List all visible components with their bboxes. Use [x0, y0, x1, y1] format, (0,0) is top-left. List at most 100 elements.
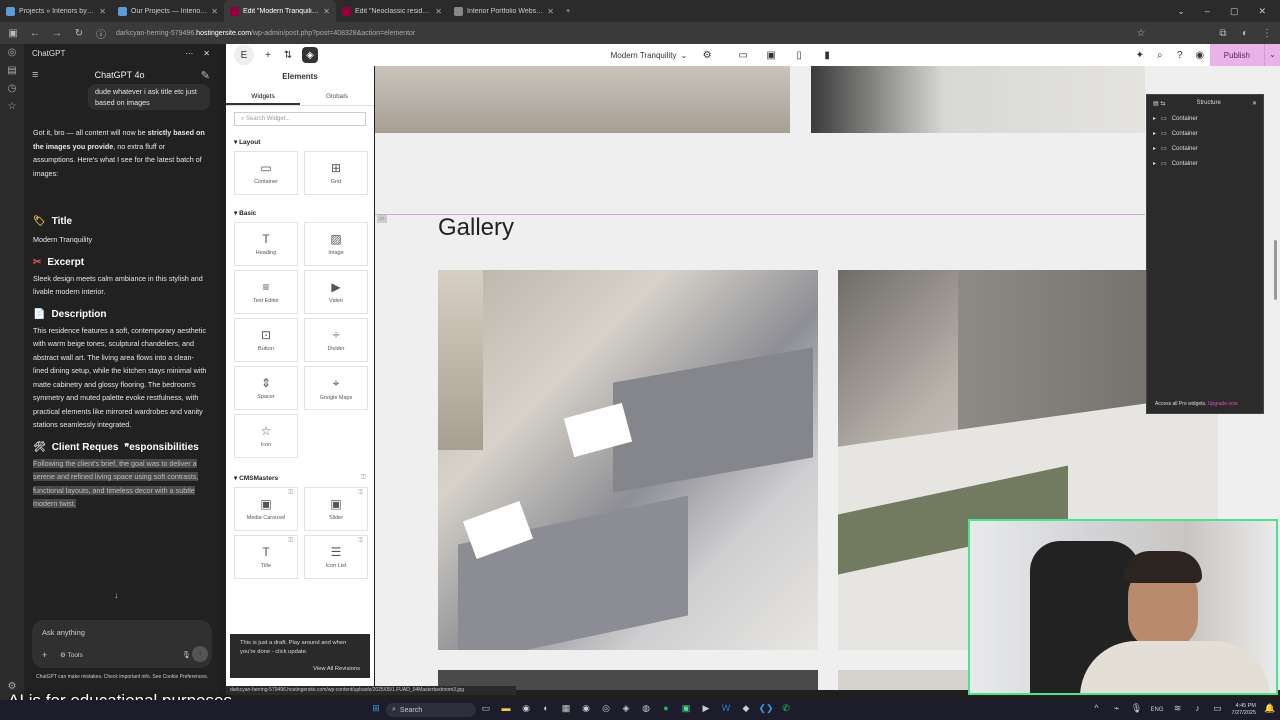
more-options-icon[interactable]: ⋯ — [185, 49, 193, 58]
browser-tab[interactable]: Interior Portfolio Website ✕ — [448, 0, 560, 22]
structure-item-container[interactable]: ▸ ▭ Container — [1147, 111, 1263, 126]
widget-google-maps[interactable]: ⌖ Google Maps — [304, 366, 368, 410]
gallery-image-bedroom-1[interactable] — [438, 270, 818, 650]
widget-grid[interactable]: ⊞ Grid — [304, 151, 368, 195]
vscode-icon[interactable]: ❮❯ — [758, 703, 774, 717]
widget-title[interactable]: ⚿ T Title — [234, 535, 298, 579]
copilot-icon[interactable]: ◐ — [1238, 28, 1252, 39]
page-settings-gear-icon[interactable]: ⚙ — [697, 45, 717, 65]
widget-container[interactable]: ▭ Container — [234, 151, 298, 195]
browser-tab[interactable]: Projects » Interiors by Gunay —✕ — [0, 0, 112, 22]
taskbar-search-box[interactable]: ⌕ Search — [386, 703, 476, 717]
add-element-icon[interactable]: + — [258, 45, 278, 65]
windows-start-icon[interactable]: ⊞ — [368, 703, 384, 717]
sidebar-menu-icon[interactable]: ≡ — [32, 69, 38, 81]
new-tab-button[interactable]: + — [560, 0, 580, 22]
site-settings-icon[interactable]: ⇅ — [278, 45, 298, 65]
add-attachment-icon[interactable]: + — [42, 650, 47, 660]
structure-item-container[interactable]: ▸ ▭ Container — [1147, 156, 1263, 171]
close-tab-icon[interactable]: ✕ — [435, 7, 442, 16]
word-icon[interactable]: W — [718, 703, 734, 717]
new-chat-icon[interactable]: ✎ — [201, 69, 210, 82]
view-revisions-link[interactable]: View All Revisions — [240, 665, 360, 674]
close-structure-icon[interactable]: ✕ — [1252, 100, 1257, 107]
widget-video[interactable]: ▶ Video — [304, 270, 368, 314]
volume-icon[interactable]: ♪ — [1190, 703, 1206, 717]
page-name-dropdown[interactable]: Modern Tranquility — [611, 51, 677, 60]
network-icon[interactable]: ⌁ — [1109, 703, 1125, 717]
tablet-view-icon[interactable]: ▯ — [789, 45, 809, 65]
section-handle[interactable]: ▭ — [377, 215, 387, 223]
close-tab-icon[interactable]: ✕ — [323, 7, 330, 16]
mobile-view-icon[interactable]: ▮ — [817, 45, 837, 65]
battery-icon[interactable]: ▭ — [1210, 703, 1226, 717]
tray-chevron-icon[interactable]: ^ — [1089, 703, 1105, 717]
widget-spacer[interactable]: ⇕ Spacer — [234, 366, 298, 410]
app-icon[interactable]: ◎ — [598, 703, 614, 717]
close-window-icon[interactable]: ✕ — [1258, 6, 1266, 17]
edge-icon[interactable]: ◐ — [538, 703, 554, 717]
widget-heading[interactable]: T Heading — [234, 222, 298, 266]
close-tab-icon[interactable]: ✕ — [99, 7, 106, 16]
chat-input-box[interactable]: Ask anything + ⚙ Tools 🎙 ↑ — [32, 620, 212, 668]
close-panel-icon[interactable]: ✕ — [203, 49, 210, 58]
category-layout[interactable]: ▾ Layout — [226, 132, 374, 149]
app-icon[interactable]: ▣ — [678, 703, 694, 717]
microphone-icon[interactable]: 🎙 — [1129, 703, 1145, 717]
tab-widgets[interactable]: Widgets — [226, 88, 300, 105]
notifications-icon[interactable]: 🔔 — [1262, 703, 1278, 717]
publish-options-chevron-icon[interactable]: ⌄ — [1264, 44, 1280, 66]
browser-tab[interactable]: Our Projects — Interiors by Gun✕ — [112, 0, 224, 22]
file-explorer-icon[interactable]: ▬ — [498, 703, 514, 717]
canvas-scrollbar[interactable] — [1274, 240, 1277, 300]
widget-search-input[interactable]: ⌕ Search Widget... — [234, 112, 366, 126]
publish-button[interactable]: Publish — [1209, 44, 1265, 66]
widget-text-editor[interactable]: ≡ Text Editor — [234, 270, 298, 314]
structure-icon[interactable]: ◈ — [302, 47, 318, 63]
chatgpt-icon[interactable]: ◎ — [0, 44, 24, 62]
chevron-down-icon[interactable]: ⌄ — [680, 51, 687, 60]
widget-image[interactable]: ▨ Image — [304, 222, 368, 266]
extensions-icon[interactable]: ⧉ — [1216, 28, 1230, 39]
microphone-icon[interactable]: 🎙 — [182, 651, 191, 659]
category-basic[interactable]: ▾ Basic — [226, 203, 374, 220]
elementor-logo-icon[interactable]: E — [234, 45, 254, 65]
back-icon[interactable]: ← — [28, 28, 42, 39]
maximize-icon[interactable]: ▢ — [1230, 6, 1239, 17]
minimize-icon[interactable]: – — [1205, 6, 1210, 17]
widget-slider[interactable]: ⚿ ▣ Slider — [304, 487, 368, 531]
close-tab-icon[interactable]: ✕ — [547, 7, 554, 16]
model-selector[interactable]: ChatGPT 4o — [95, 70, 145, 80]
widget-media-carousel[interactable]: ⚿ ▣ Media Carousel — [234, 487, 298, 531]
task-view-icon[interactable]: ▭ — [478, 703, 494, 717]
laptop-view-icon[interactable]: ▣ — [761, 45, 781, 65]
app-icon[interactable]: ▦ — [558, 703, 574, 717]
preview-eye-icon[interactable]: ◉ — [1190, 45, 1210, 65]
reload-icon[interactable]: ↻ — [72, 28, 86, 39]
gallery-heading[interactable]: Gallery — [438, 214, 514, 242]
scroll-down-arrow-icon[interactable]: ↓ — [114, 590, 119, 600]
url-field[interactable]: darkcyan-herring-579496.hostingersite.co… — [116, 30, 1126, 37]
voice-mode-button[interactable]: ↑ — [192, 646, 208, 662]
language-indicator[interactable]: ENG — [1151, 707, 1164, 713]
app-icon[interactable]: ◍ — [638, 703, 654, 717]
close-tab-icon[interactable]: ✕ — [211, 7, 218, 16]
app-icon[interactable]: ◈ — [618, 703, 634, 717]
browser-tab[interactable]: Edit "Neoclassic residence" with✕ — [336, 0, 448, 22]
structure-dock-icons[interactable]: ▤ ⇆ — [1153, 100, 1165, 107]
structure-item-container[interactable]: ▸ ▭ Container — [1147, 126, 1263, 141]
widget-icon-list[interactable]: ⚿ ☰ Icon List — [304, 535, 368, 579]
search-icon[interactable]: ⌕ — [1150, 45, 1170, 65]
history-icon[interactable]: ◷ — [0, 80, 24, 98]
category-cmsmasters[interactable]: ▾ CMSMasters ⚿ — [226, 468, 374, 485]
wifi-icon[interactable]: ≋ — [1170, 703, 1186, 717]
structure-item-container[interactable]: ▸ ▭ Container — [1147, 141, 1263, 156]
help-icon[interactable]: ? — [1170, 45, 1190, 65]
widget-icon[interactable]: ☆ Icon — [234, 414, 298, 458]
forward-icon[interactable]: → — [50, 28, 64, 39]
clock[interactable]: 4:45 PM 7/27/2025 — [1232, 703, 1256, 717]
ai-magic-icon[interactable]: ✦ — [1130, 45, 1150, 65]
browser-menu-icon[interactable]: ⋮ — [1260, 28, 1274, 39]
upgrade-link[interactable]: Upgrade now — [1208, 401, 1238, 407]
tab-search-chevron-icon[interactable]: ⌄ — [1177, 6, 1185, 17]
